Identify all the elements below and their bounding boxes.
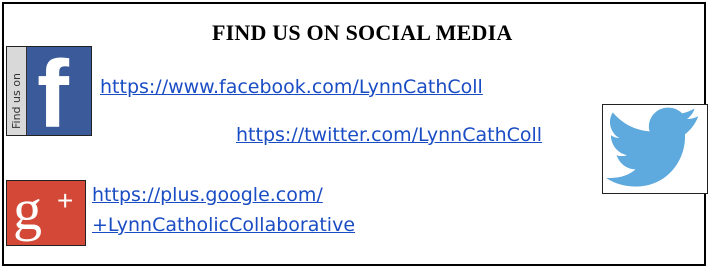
twitter-link[interactable]: https://twitter.com/LynnCathColl xyxy=(236,124,542,146)
facebook-link[interactable]: https://www.facebook.com/LynnCathColl xyxy=(100,76,483,98)
google-plus-link-line2: +LynnCatholicCollaborative xyxy=(92,214,356,236)
google-plus-link-line1: https://plus.google.com/ xyxy=(92,184,323,206)
twitter-bird-svg xyxy=(606,107,699,187)
facebook-letter: f xyxy=(37,46,69,136)
facebook-side-strip: Find us on xyxy=(7,47,27,135)
google-plus-link[interactable]: https://plus.google.com/ +LynnCatholicCo… xyxy=(92,180,355,240)
facebook-icon[interactable]: Find us on f xyxy=(6,46,92,136)
social-media-card: FIND US ON SOCIAL MEDIA Find us on f htt… xyxy=(2,2,708,266)
facebook-side-text: Find us on xyxy=(10,73,23,129)
heading: FIND US ON SOCIAL MEDIA xyxy=(212,20,513,45)
google-plus-icon[interactable]: g + xyxy=(6,180,86,246)
twitter-bird-icon[interactable] xyxy=(602,104,708,194)
google-plus-letter: g xyxy=(13,180,42,242)
google-plus-sign: + xyxy=(57,185,74,216)
